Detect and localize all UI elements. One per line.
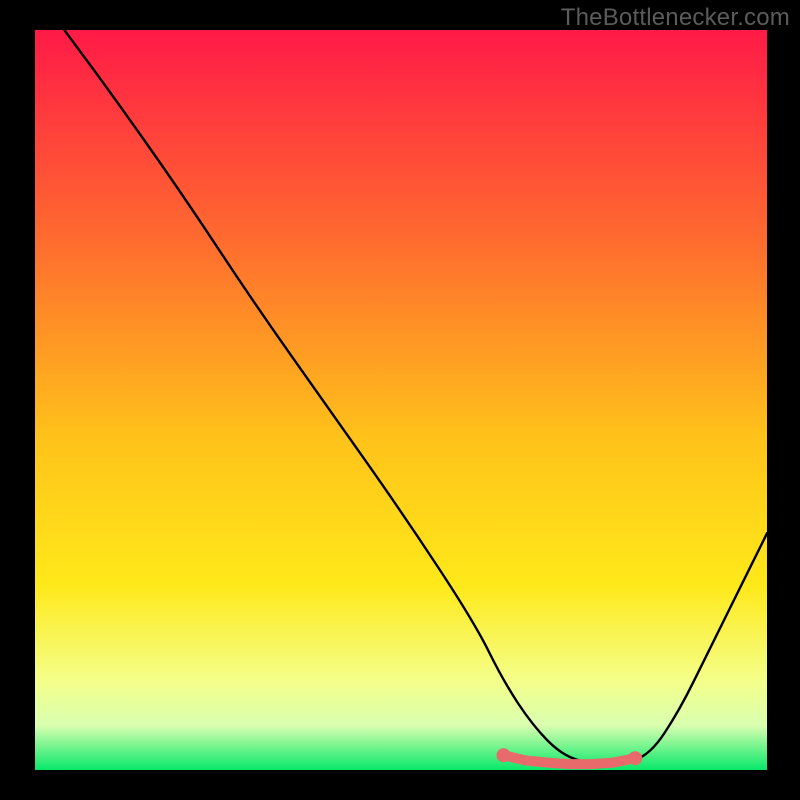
optimal-range-dot: [628, 751, 642, 765]
optimal-range-dot: [564, 759, 574, 769]
optimal-range-dot: [497, 748, 511, 762]
optimal-range-dot: [542, 758, 552, 768]
optimal-range-dot: [608, 758, 618, 768]
watermark-text: TheBottlenecker.com: [561, 4, 790, 32]
optimal-range-dot: [586, 759, 596, 769]
optimal-range-dot: [520, 755, 530, 765]
bottleneck-chart: [0, 0, 800, 800]
